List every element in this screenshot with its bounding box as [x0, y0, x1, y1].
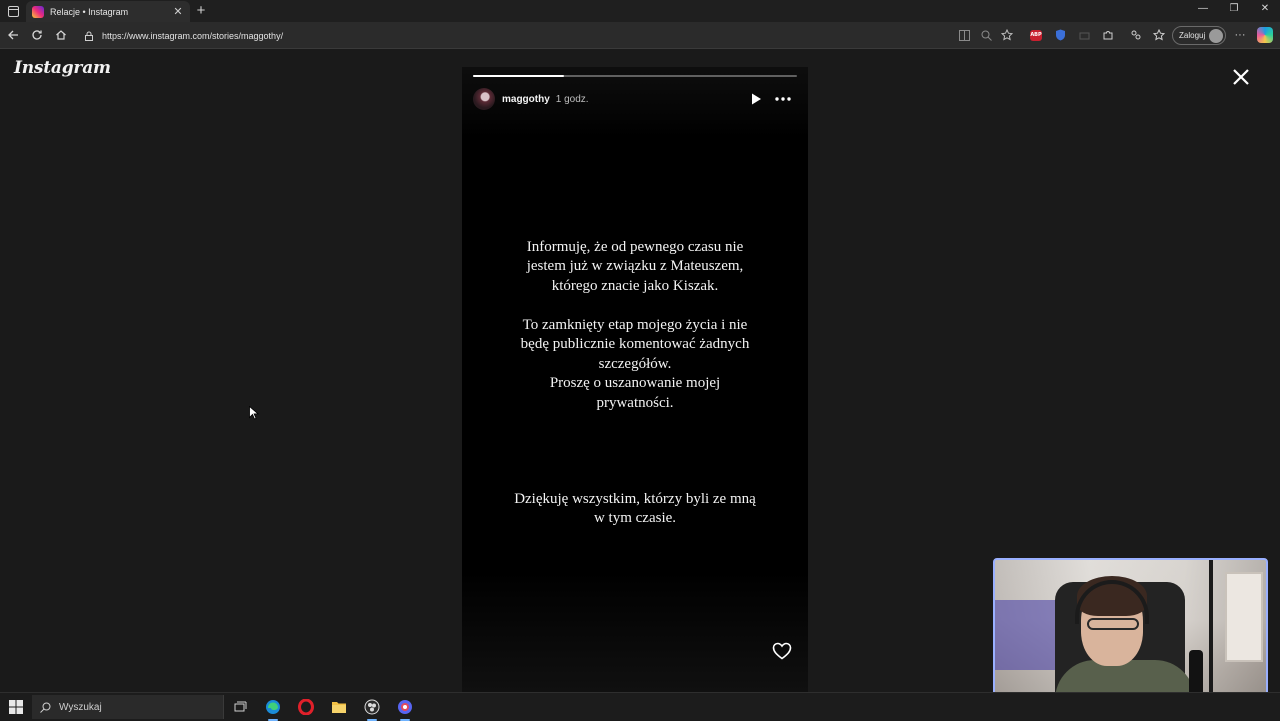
settings-more-icon[interactable]: ···	[1233, 28, 1247, 42]
webcam-left-object	[995, 600, 1055, 670]
url-bar[interactable]: https://www.instagram.com/stories/maggot…	[78, 26, 948, 45]
story-progress-fill	[473, 75, 564, 77]
zoom-icon[interactable]	[979, 28, 993, 42]
window-menu-icon[interactable]	[6, 4, 20, 18]
lock-icon	[85, 31, 93, 41]
instagram-favicon-icon	[32, 5, 44, 18]
webcam-overlay	[993, 558, 1268, 712]
search-label: Wyszukaj	[59, 701, 102, 713]
file-explorer-icon[interactable]	[330, 698, 348, 716]
story-paragraph-1: Informuję, że od pewnego czasu nie jeste…	[462, 238, 808, 296]
home-icon[interactable]	[54, 28, 68, 42]
story-card[interactable]: maggothy 1 godz. Informuję, że od pewneg…	[462, 67, 808, 692]
minimize-icon[interactable]: —	[1196, 3, 1210, 14]
url-text: https://www.instagram.com/stories/maggot…	[102, 30, 284, 41]
browser-tabstrip: Relacje • Instagram ✕ + — ❐ ✕	[0, 0, 1280, 22]
story-line: To zamknięty etap mojego życia i nie	[522, 317, 748, 333]
chat-app-icon[interactable]	[396, 698, 414, 721]
task-view-icon[interactable]	[231, 698, 249, 716]
extension-disabled-icon[interactable]	[1077, 28, 1091, 42]
favorite-star-icon[interactable]	[1000, 28, 1014, 42]
new-tab-button[interactable]: +	[194, 2, 208, 19]
profile-avatar-icon	[1209, 29, 1223, 43]
story-line: w tym czasie.	[593, 510, 677, 527]
favorites-icon[interactable]	[1152, 28, 1166, 42]
webcam-shelf	[1225, 572, 1263, 662]
heart-icon[interactable]	[772, 642, 792, 660]
address-toolbar: https://www.instagram.com/stories/maggot…	[0, 22, 1280, 49]
story-line: będę publicznie komentować żadnych	[520, 336, 750, 353]
browser-tab-active[interactable]: Relacje • Instagram ✕	[26, 1, 190, 22]
windows-start-icon[interactable]	[9, 700, 23, 714]
adblock-plus-icon[interactable]: ABP	[1029, 28, 1043, 42]
refresh-icon[interactable]	[30, 28, 44, 42]
opera-browser-icon[interactable]	[297, 698, 315, 716]
taskbar-search-box[interactable]: Wyszukaj	[32, 695, 224, 719]
close-icon[interactable]	[1229, 65, 1253, 89]
story-paragraph-3: Dziękuję wszystkim, którzy byli ze mną w…	[462, 490, 808, 529]
story-username[interactable]: maggothy	[502, 94, 550, 105]
back-icon[interactable]	[6, 28, 20, 42]
play-icon[interactable]	[749, 92, 763, 106]
story-paragraph-2: To zamknięty etap mojego życia i nie będ…	[462, 316, 808, 413]
story-time: 1 godz.	[555, 93, 589, 105]
window-close-icon[interactable]: ✕	[1258, 3, 1272, 14]
copilot-icon[interactable]	[1257, 27, 1273, 43]
more-icon[interactable]	[774, 92, 792, 106]
login-label: Zaloguj	[1179, 31, 1206, 40]
story-line: prywatności.	[596, 394, 674, 411]
windows-taskbar: Wyszukaj	[0, 692, 1280, 721]
search-icon	[40, 702, 51, 713]
login-profile-button[interactable]: Zaloguj	[1172, 26, 1226, 45]
restore-icon[interactable]: ❐	[1227, 3, 1241, 14]
mouse-cursor-icon	[249, 406, 259, 420]
instagram-logo[interactable]: Instagram	[14, 58, 111, 78]
obs-app-icon[interactable]	[363, 698, 381, 721]
webcam-glasses	[1087, 618, 1139, 630]
story-line: jestem już w związku z Mateuszem,	[526, 258, 744, 275]
story-line: Proszę o uszanowanie mojej	[549, 375, 721, 392]
story-progress-bar	[473, 75, 797, 77]
split-screen-icon[interactable]	[1129, 28, 1143, 42]
reader-view-icon[interactable]	[957, 28, 971, 42]
story-line: szczegółów.	[598, 355, 672, 372]
story-header: maggothy 1 godz.	[473, 87, 797, 111]
tab-close-icon[interactable]: ✕	[172, 5, 184, 18]
story-line: Dziękuję wszystkim, którzy byli ze mną	[514, 491, 756, 507]
extensions-puzzle-icon[interactable]	[1101, 28, 1115, 42]
tab-title: Relacje • Instagram	[50, 6, 129, 17]
shield-extension-icon[interactable]	[1053, 28, 1067, 42]
edge-browser-icon[interactable]	[264, 698, 282, 721]
webcam-lamp	[1209, 560, 1213, 710]
story-bottom-gradient	[462, 572, 808, 692]
story-line: którego znacie jako Kiszak.	[551, 277, 719, 294]
story-line: Informuję, że od pewnego czasu nie	[526, 239, 744, 255]
avatar[interactable]	[473, 88, 495, 110]
